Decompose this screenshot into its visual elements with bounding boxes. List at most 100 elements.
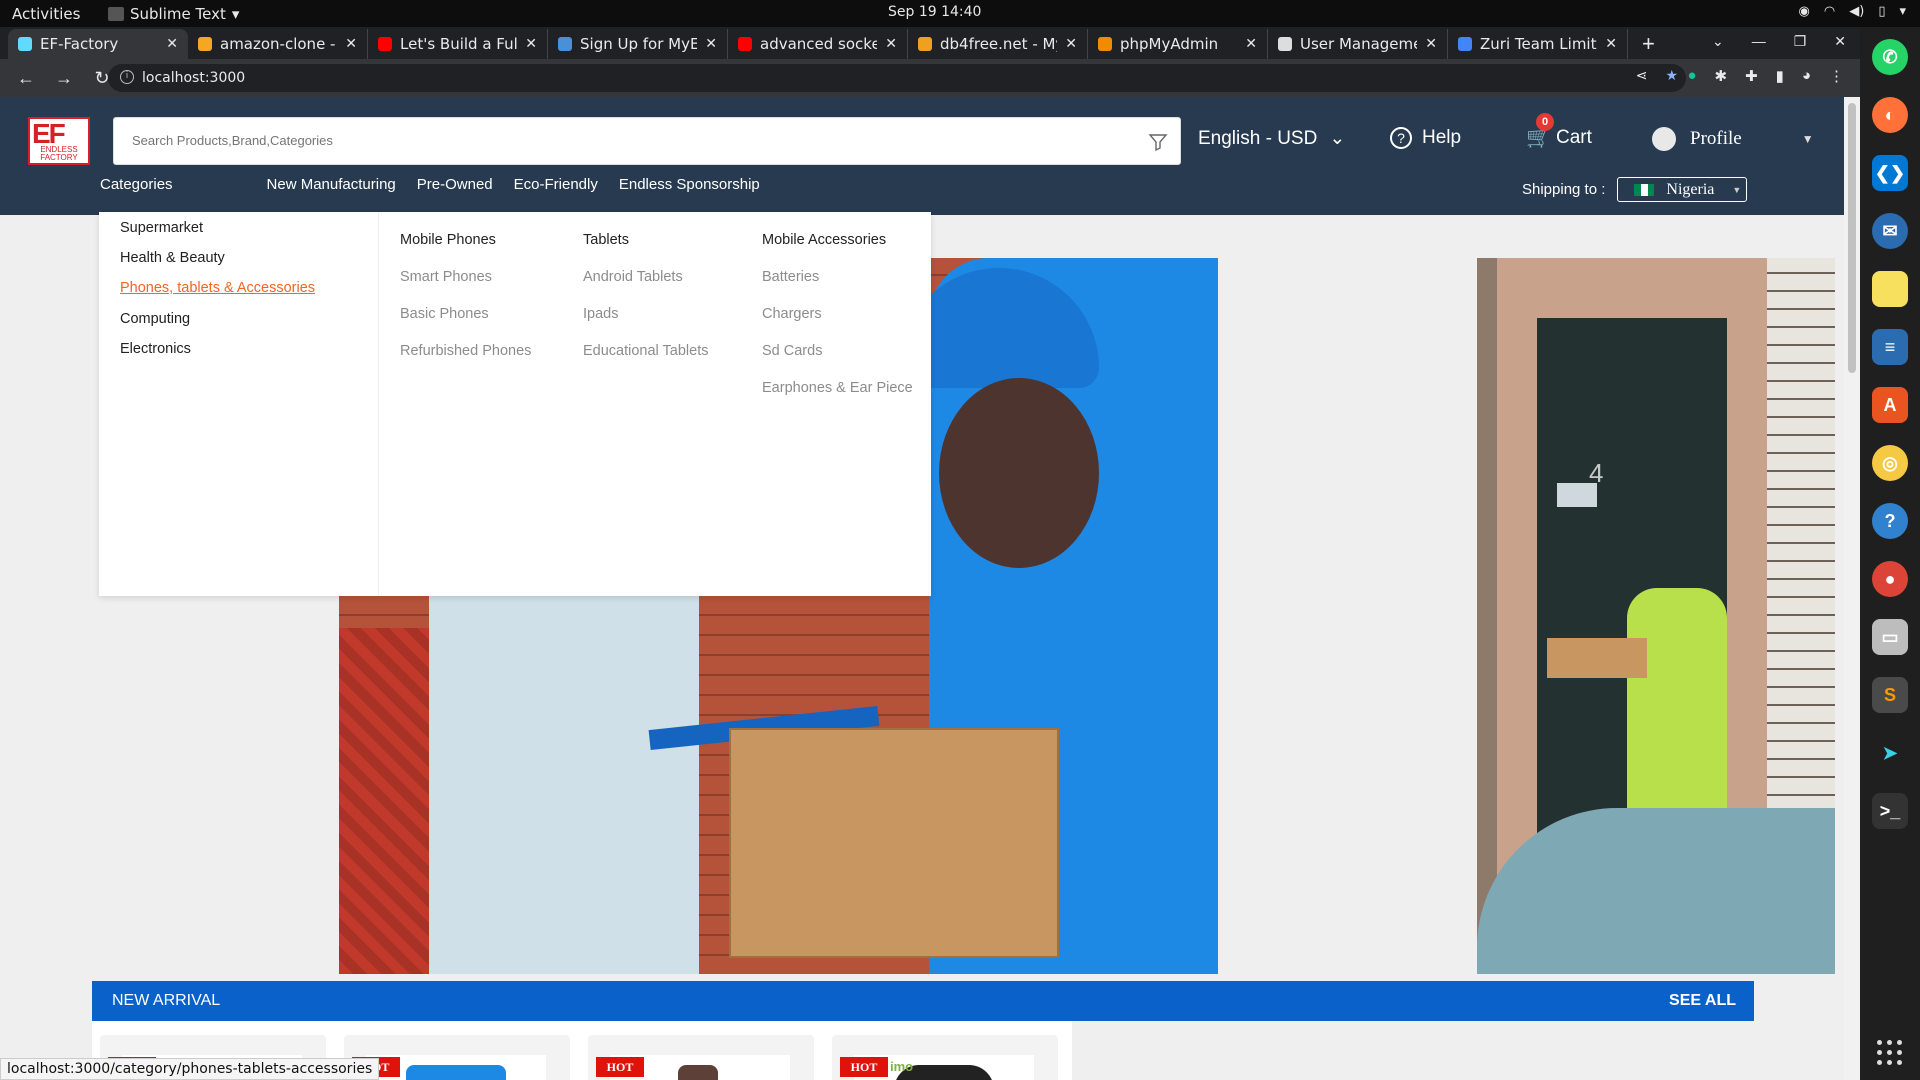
avatar-icon[interactable]: ◕ bbox=[1802, 67, 1811, 85]
subcategory-link[interactable]: Android Tablets bbox=[583, 269, 683, 285]
rhythmbox-icon[interactable]: ◎ bbox=[1872, 445, 1908, 481]
close-window-icon[interactable]: ✕ bbox=[1834, 33, 1846, 50]
chevron-down-icon: ⌄ bbox=[1329, 128, 1346, 149]
tab-title: EF-Factory bbox=[40, 35, 119, 53]
filter-icon[interactable] bbox=[1148, 132, 1168, 152]
software-center-icon[interactable]: A bbox=[1872, 387, 1908, 423]
close-tab-icon[interactable]: ✕ bbox=[1065, 36, 1077, 52]
tab-8[interactable]: Zuri Team Limite ✕ bbox=[1448, 29, 1628, 59]
product-card[interactable]: HOT imo bbox=[832, 1035, 1058, 1080]
sidepanel-icon[interactable]: ▮ bbox=[1776, 67, 1784, 85]
side-banner-image[interactable]: 4 bbox=[1477, 258, 1835, 974]
subcategory-link[interactable]: Batteries bbox=[762, 269, 819, 285]
subcategory-link[interactable]: Refurbished Phones bbox=[400, 343, 531, 359]
close-tab-icon[interactable]: ✕ bbox=[705, 36, 717, 52]
clock[interactable]: Sep 19 14:40 bbox=[888, 4, 981, 20]
back-icon[interactable]: ← bbox=[14, 68, 38, 89]
vscode-icon[interactable]: ❮❯ bbox=[1872, 155, 1908, 191]
tab-6[interactable]: phpMyAdmin ✕ bbox=[1088, 29, 1268, 59]
tab-0[interactable]: EF-Factory ✕ bbox=[8, 29, 188, 59]
language-label: English - USD bbox=[1198, 127, 1318, 149]
see-all-link[interactable]: SEE ALL bbox=[1669, 992, 1736, 1010]
info-icon[interactable]: i bbox=[120, 70, 134, 84]
puzzle-icon[interactable]: ✚ bbox=[1745, 67, 1758, 85]
nigeria-flag-icon bbox=[1634, 183, 1655, 196]
remote-icon[interactable]: ➤ bbox=[1872, 735, 1908, 771]
terminal-icon[interactable]: >_ bbox=[1872, 793, 1908, 829]
subcategory-link[interactable]: Educational Tablets bbox=[583, 343, 709, 359]
scroll-thumb[interactable] bbox=[1848, 103, 1856, 373]
subcategory-heading[interactable]: Tablets bbox=[583, 232, 629, 248]
nav-endless-sponsorship[interactable]: Endless Sponsorship bbox=[619, 176, 760, 193]
app-menu[interactable]: Sublime Text ▾ bbox=[108, 5, 239, 23]
subcategory-link[interactable]: Smart Phones bbox=[400, 269, 492, 285]
notes-icon[interactable] bbox=[1872, 271, 1908, 307]
category-item[interactable]: Phones, tablets & Accessories bbox=[120, 280, 315, 296]
search-input[interactable] bbox=[132, 133, 1112, 148]
category-item[interactable]: Electronics bbox=[120, 341, 191, 357]
help-icon[interactable]: ? bbox=[1872, 503, 1908, 539]
favicon-icon bbox=[18, 37, 32, 51]
nav-pre-owned[interactable]: Pre-Owned bbox=[417, 176, 493, 193]
close-tab-icon[interactable]: ✕ bbox=[1245, 36, 1257, 52]
forward-icon[interactable]: → bbox=[52, 68, 76, 89]
address-bar[interactable]: i localhost:3000 ⋖ ★ bbox=[108, 64, 1686, 92]
show-apps-icon[interactable] bbox=[1877, 1040, 1903, 1066]
cart-link[interactable]: 🛒 0 Cart bbox=[1526, 113, 1592, 149]
firefox-icon[interactable]: ◐ bbox=[1872, 97, 1908, 133]
subcategory-heading[interactable]: Mobile Accessories bbox=[762, 232, 886, 248]
close-tab-icon[interactable]: ✕ bbox=[885, 36, 897, 52]
nav-new-manufacturing[interactable]: New Manufacturing bbox=[267, 176, 396, 193]
help-link[interactable]: ? Help bbox=[1390, 127, 1461, 149]
thunderbird-icon[interactable]: ✉ bbox=[1872, 213, 1908, 249]
writer-icon[interactable]: ≡ bbox=[1872, 329, 1908, 365]
whatsapp-icon[interactable]: ✆ bbox=[1872, 39, 1908, 75]
tab-7[interactable]: User Managemen ✕ bbox=[1268, 29, 1448, 59]
profile-menu[interactable]: Profile ▼ bbox=[1652, 127, 1814, 151]
favicon-icon bbox=[1278, 37, 1292, 51]
subcategory-heading[interactable]: Mobile Phones bbox=[400, 232, 496, 248]
nav-eco-friendly[interactable]: Eco-Friendly bbox=[514, 176, 598, 193]
chrome-icon[interactable]: ● bbox=[1872, 561, 1908, 597]
subcategory-link[interactable]: Chargers bbox=[762, 306, 822, 322]
subcategory-link[interactable]: Sd Cards bbox=[762, 343, 822, 359]
subcategory-link[interactable]: Earphones & Ear Piece bbox=[762, 380, 913, 396]
house-number: 4 bbox=[1589, 458, 1604, 488]
tab-search-icon[interactable]: ⌄ bbox=[1712, 33, 1724, 50]
close-tab-icon[interactable]: ✕ bbox=[345, 36, 357, 52]
tab-1[interactable]: amazon-clone - F ✕ bbox=[188, 29, 368, 59]
system-tray[interactable]: ◉ ◠ ◀) ▯ ▾ bbox=[1799, 4, 1906, 19]
subcategory-link[interactable]: Basic Phones bbox=[400, 306, 489, 322]
sublime-icon bbox=[108, 7, 124, 21]
tab-5[interactable]: db4free.net - My ✕ bbox=[908, 29, 1088, 59]
close-tab-icon[interactable]: ✕ bbox=[1425, 36, 1437, 52]
extension-icon[interactable]: ✱ bbox=[1715, 67, 1728, 85]
bookmark-star-icon[interactable]: ★ bbox=[1665, 68, 1678, 84]
tab-3[interactable]: Sign Up for MyEl ✕ bbox=[548, 29, 728, 59]
restore-icon[interactable]: ❐ bbox=[1794, 33, 1807, 50]
share-icon[interactable]: ⋖ bbox=[1636, 68, 1648, 84]
new-tab-button[interactable]: + bbox=[1628, 29, 1669, 59]
minimize-icon[interactable]: — bbox=[1752, 33, 1766, 50]
page-scrollbar[interactable] bbox=[1844, 97, 1860, 1080]
category-item[interactable]: Computing bbox=[120, 311, 190, 327]
tab-4[interactable]: advanced socket ✕ bbox=[728, 29, 908, 59]
sublime-text-icon[interactable]: S bbox=[1872, 677, 1908, 713]
files-icon[interactable]: ▭ bbox=[1872, 619, 1908, 655]
category-item[interactable]: Health & Beauty bbox=[120, 250, 225, 266]
grammarly-icon[interactable]: ● bbox=[1687, 67, 1696, 85]
close-tab-icon[interactable]: ✕ bbox=[166, 36, 178, 52]
site-logo[interactable]: EF ENDLESS FACTORY bbox=[28, 117, 90, 165]
categories-menu[interactable]: Categories bbox=[100, 176, 173, 193]
tab-2[interactable]: Let's Build a Full- ✕ bbox=[368, 29, 548, 59]
close-tab-icon[interactable]: ✕ bbox=[525, 36, 537, 52]
favicon-icon bbox=[1458, 37, 1472, 51]
subcategory-link[interactable]: Ipads bbox=[583, 306, 618, 322]
activities-button[interactable]: Activities bbox=[12, 5, 80, 23]
category-item[interactable]: Supermarket bbox=[120, 220, 203, 236]
menu-kebab-icon[interactable]: ⋮ bbox=[1829, 67, 1844, 85]
product-card[interactable]: HOT bbox=[588, 1035, 814, 1080]
language-currency-select[interactable]: English - USD ⌄ bbox=[1198, 127, 1345, 150]
country-select[interactable]: Nigeria ▼ bbox=[1617, 177, 1748, 202]
close-tab-icon[interactable]: ✕ bbox=[1605, 36, 1617, 52]
